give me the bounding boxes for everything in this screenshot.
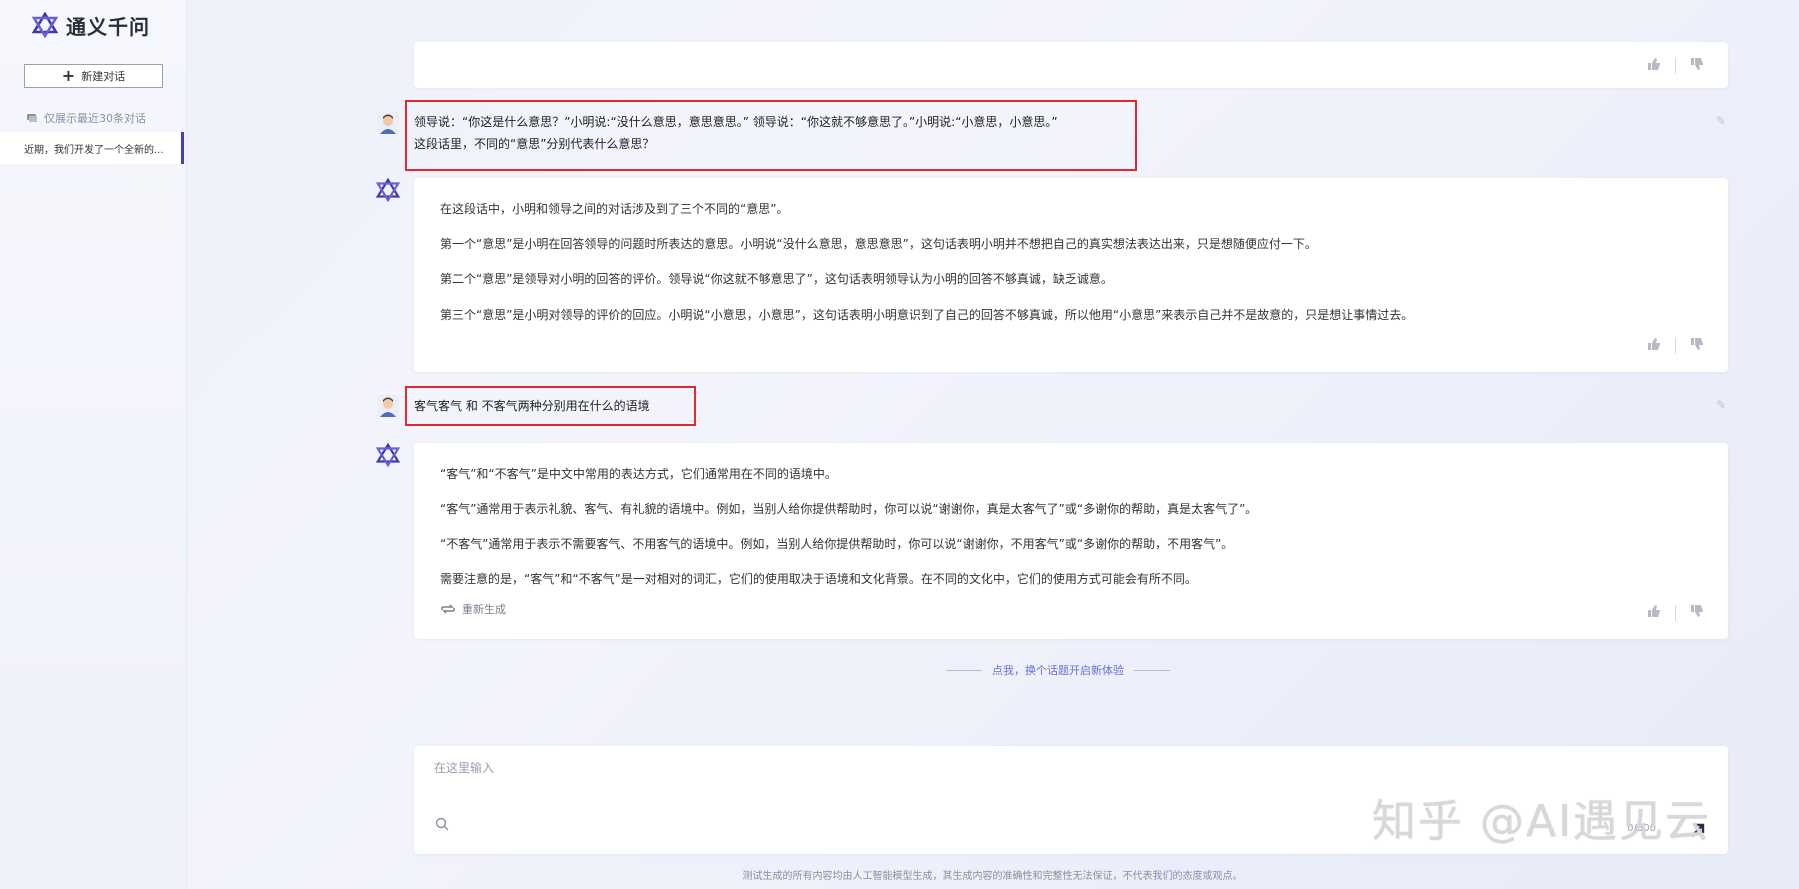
thumbs-up-icon[interactable] [1647, 56, 1661, 75]
divider [1134, 669, 1170, 671]
assistant-avatar [375, 177, 401, 203]
answer-1-paragraph: 第三个“意思”是小明对领导的评价的回应。小明说“小意思，小意思”，这句话表明小明… [440, 308, 1414, 322]
highlight-box-2 [405, 386, 696, 426]
answer-1-paragraph: 第一个“意思”是小明在回答领导的问题时所表达的意思。小明说“没什么意思，意思意思… [440, 237, 1317, 251]
answer-2-paragraph: “客气”通常用于表示礼貌、客气、有礼貌的语境中。例如，当别人给你提供帮助时，你可… [440, 502, 1258, 516]
plus-icon: + [61, 66, 76, 85]
answer-2-paragraph: “客气”和“不客气”是中文中常用的表达方式，它们通常用在不同的语境中。 [440, 467, 837, 481]
new-topic-label: 点我，换个话题开启新体验 [992, 664, 1124, 677]
thumbs-up-icon[interactable] [1647, 336, 1661, 355]
assistant-avatar [375, 442, 401, 468]
plugin-search-icon[interactable] [434, 816, 450, 836]
tongyi-logo-icon [32, 12, 58, 38]
app-logo[interactable]: 通义千问 [32, 10, 150, 40]
tongyi-logo-icon [375, 177, 401, 203]
history-note: 仅展示最近30条对话 [26, 110, 146, 126]
divider [946, 669, 982, 671]
refresh-icon [441, 604, 455, 614]
chat-history-icon [27, 114, 37, 122]
history-note-text: 仅展示最近30条对话 [44, 112, 146, 125]
assistant-answer-1: 在这段话中，小明和领导之间的对话涉及到了三个不同的“意思”。 第一个“意思”是小… [414, 178, 1728, 372]
divider [1675, 604, 1676, 621]
new-chat-label: 新建对话 [81, 70, 126, 83]
app-title: 通义千问 [66, 14, 150, 39]
disclaimer: 测试生成的所有内容均由人工智能模型生成，其生成内容的准确性和完整性无法保证，不代… [742, 871, 1243, 882]
feedback-group [1647, 603, 1704, 622]
history-item-label: 近期，我们开发了一个全新的... [24, 144, 164, 156]
thumbs-down-icon[interactable] [1690, 336, 1704, 355]
feedback-group [1647, 336, 1704, 355]
tongyi-logo-icon [375, 442, 401, 468]
chat-input[interactable] [432, 760, 1336, 776]
new-topic-link[interactable]: 点我，换个话题开启新体验 [946, 662, 1170, 678]
edit-icon[interactable]: ✎ [1716, 398, 1726, 412]
answer-2-paragraph: 需要注意的是，“客气”和“不客气”是一对相对的词汇，它们的使用取决于语境和文化背… [440, 572, 1197, 586]
divider [1675, 337, 1676, 354]
zhihu-watermark: 知乎 @AI遇见云 [1372, 796, 1712, 847]
edit-icon[interactable]: ✎ [1716, 114, 1726, 128]
thumbs-down-icon[interactable] [1690, 56, 1704, 75]
answer-1-paragraph: 在这段话中，小明和领导之间的对话涉及到了三个不同的“意思”。 [440, 202, 789, 216]
regenerate-button[interactable]: 重新生成 [440, 601, 506, 617]
user-avatar [377, 395, 399, 417]
answer-2-paragraph: “不客气”通常用于表示不需要客气、不用客气的语境中。例如，当别人给你提供帮助时，… [440, 537, 1234, 551]
sidebar-history-item[interactable]: 近期，我们开发了一个全新的... [0, 132, 184, 164]
divider [1675, 57, 1676, 74]
answer-1-paragraph: 第二个“意思”是领导对小明的回答的评价。领导说“你这就不够意思了”，这句话表明领… [440, 272, 1113, 286]
thumbs-up-icon[interactable] [1647, 603, 1661, 622]
previous-answer-card [414, 42, 1728, 88]
regenerate-label: 重新生成 [462, 603, 506, 616]
thumbs-down-icon[interactable] [1690, 603, 1704, 622]
assistant-answer-2: “客气”和“不客气”是中文中常用的表达方式，它们通常用在不同的语境中。 “客气”… [414, 443, 1728, 639]
feedback-group [1647, 56, 1704, 75]
sidebar: 通义千问 + 新建对话 仅展示最近30条对话 近期，我们开发了一个全新的... [0, 0, 187, 889]
user-avatar [377, 112, 399, 134]
new-chat-button[interactable]: + 新建对话 [24, 64, 163, 88]
highlight-box-1 [405, 100, 1137, 171]
